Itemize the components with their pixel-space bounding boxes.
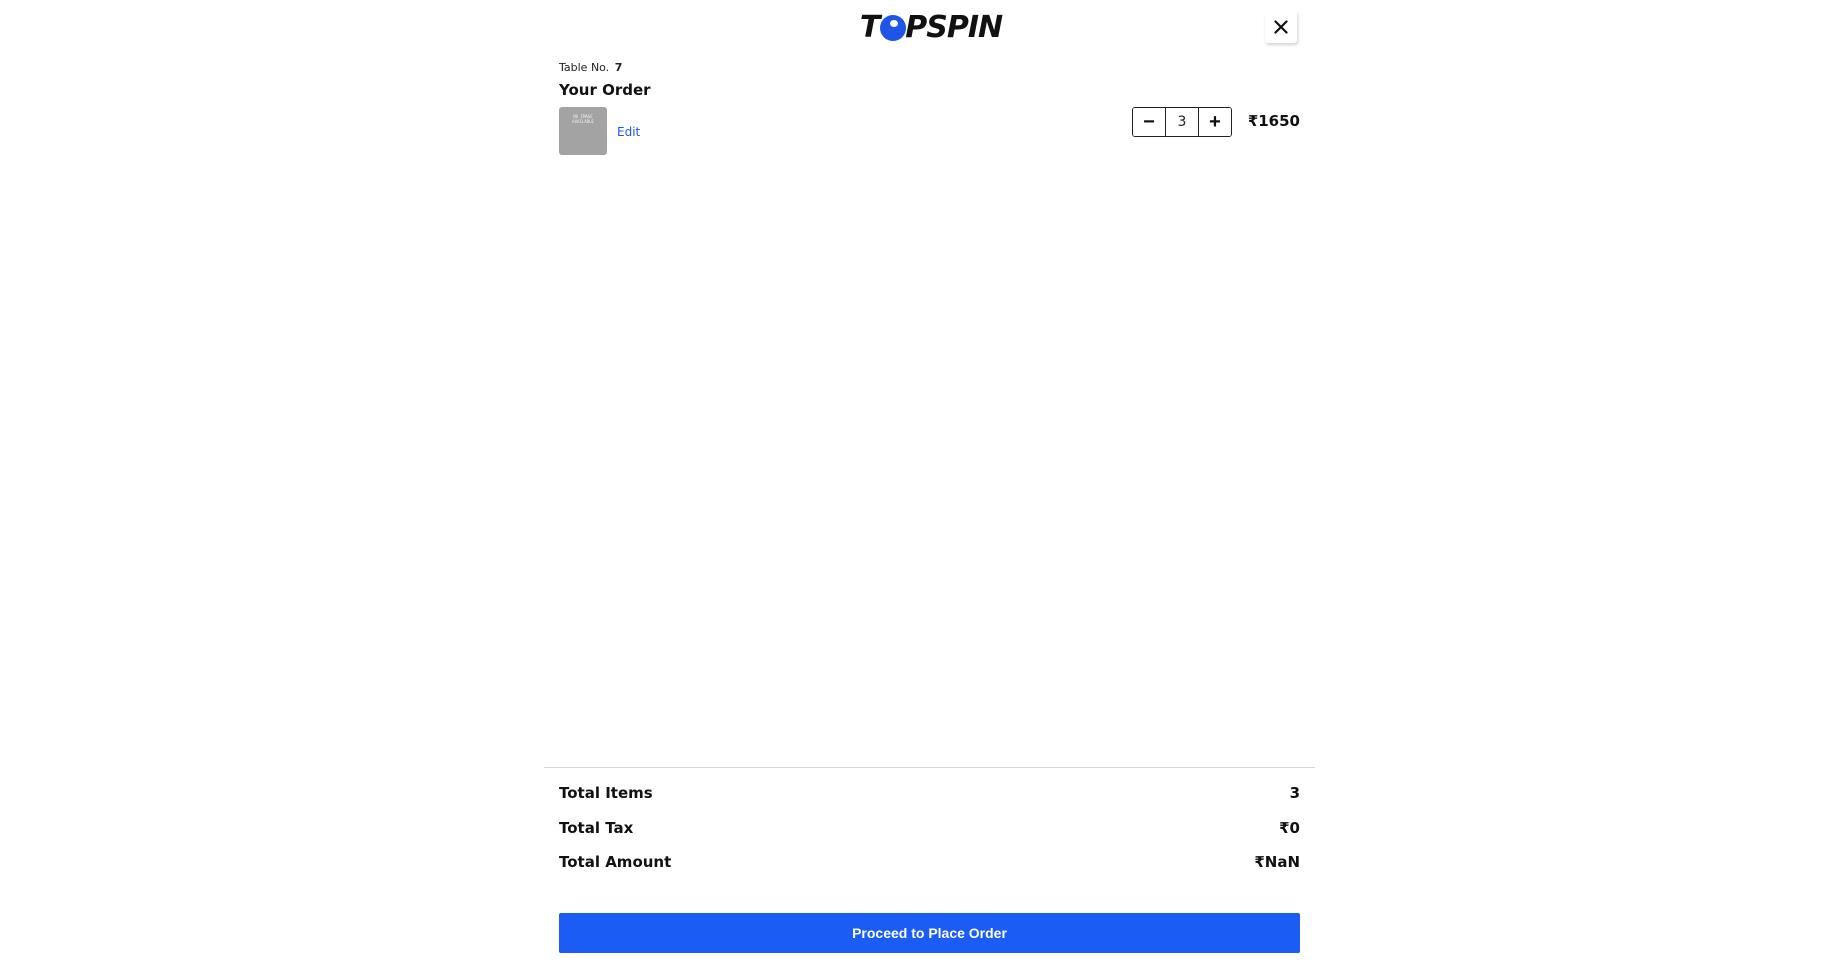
total-tax-row: Total Tax ₹0 [559, 819, 1300, 837]
edit-item-link[interactable]: Edit [617, 125, 640, 139]
quantity-stepper: − 3 + [1132, 107, 1232, 137]
total-amount-label: Total Amount [559, 853, 672, 871]
quantity-value: 3 [1165, 108, 1199, 136]
total-items-value: 3 [1289, 784, 1300, 802]
item-image-placeholder: NO IMAGE AVAILABLE [559, 107, 607, 155]
ball-icon [880, 15, 907, 41]
proceed-to-place-order-button[interactable]: Proceed to Place Order [559, 913, 1300, 953]
order-page: T PSPIN Table No. 7 Your Order NO IMAGE … [0, 0, 1846, 964]
total-amount-row: Total Amount ₹NaN [559, 853, 1300, 871]
logo-wordmark: T PSPIN [859, 10, 1003, 45]
close-button[interactable] [1265, 11, 1297, 43]
image-placeholder-text: NO IMAGE AVAILABLE [572, 114, 594, 124]
topspin-logo: T PSPIN [855, 12, 1007, 44]
table-number-line: Table No. 7 [559, 61, 622, 74]
table-number: 7 [614, 61, 623, 74]
page-title: Your Order [559, 81, 651, 99]
table-label: Table No. [559, 61, 610, 74]
logo-text-end: PSPIN [905, 10, 1003, 45]
total-items-row: Total Items 3 [559, 784, 1300, 802]
summary-divider [544, 767, 1315, 768]
decrement-button[interactable]: − [1133, 108, 1165, 136]
total-items-label: Total Items [559, 784, 653, 802]
item-price: ₹1650 [1247, 112, 1300, 130]
total-amount-value: ₹NaN [1254, 853, 1300, 871]
total-tax-label: Total Tax [559, 819, 634, 837]
logo-text-start: T [859, 10, 880, 45]
total-tax-value: ₹0 [1279, 819, 1300, 837]
close-icon [1274, 20, 1288, 34]
increment-button[interactable]: + [1199, 108, 1231, 136]
